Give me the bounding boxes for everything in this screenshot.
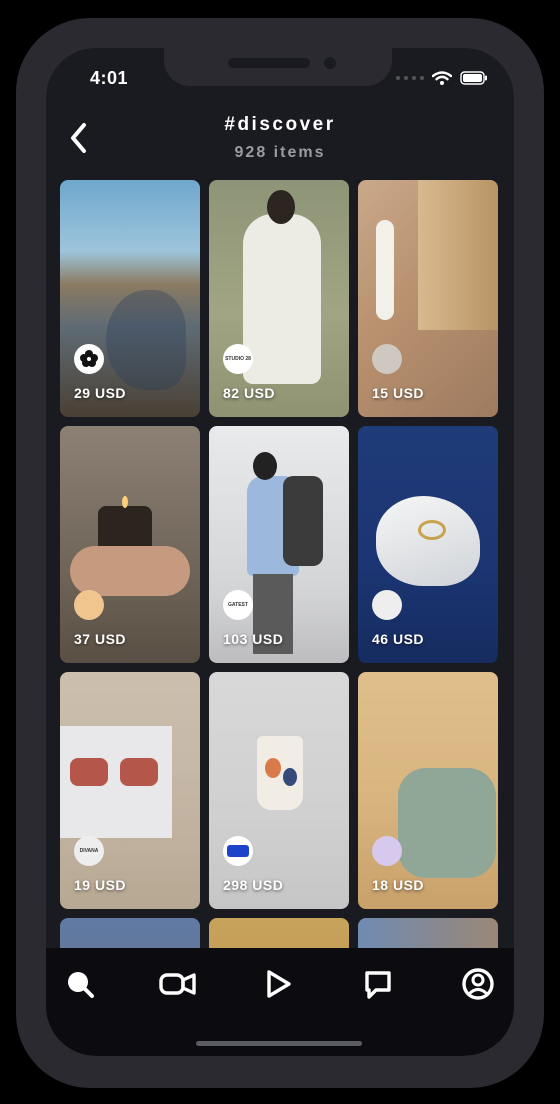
product-grid: 29 USD STUDIO 28 82 USD 15 USD 37 USD GA… — [60, 180, 498, 1056]
shop-logo — [74, 590, 104, 620]
product-photo — [106, 290, 186, 390]
product-tile[interactable]: 15 USD — [358, 180, 498, 417]
product-photo — [283, 476, 323, 566]
product-photo — [283, 768, 297, 786]
nav-messages[interactable] — [360, 966, 396, 1002]
wifi-icon — [432, 71, 452, 85]
product-photo — [122, 496, 128, 508]
product-price: 298 USD — [223, 877, 284, 893]
product-photo — [267, 190, 295, 224]
video-camera-icon — [159, 973, 196, 995]
page-title: #discover — [224, 114, 336, 135]
product-photo — [265, 758, 281, 778]
product-price: 18 USD — [372, 877, 425, 893]
profile-icon — [462, 968, 494, 1000]
nav-play[interactable] — [260, 966, 296, 1002]
shop-logo — [372, 590, 402, 620]
chat-icon — [365, 971, 391, 999]
product-tile[interactable]: 18 USD — [358, 672, 498, 909]
product-price: 37 USD — [74, 631, 127, 647]
shop-logo: GATEST — [223, 590, 253, 620]
product-photo — [243, 214, 321, 384]
product-price: 29 USD — [74, 385, 127, 401]
product-photo — [418, 180, 498, 330]
product-photo — [418, 520, 446, 540]
shop-logo — [372, 836, 402, 866]
notch — [164, 48, 392, 86]
app-screen: 4:01 #discover 928 items 29 USD STUDIO 2… — [46, 48, 514, 1056]
item-count: 928 items — [234, 144, 326, 161]
product-price: 19 USD — [74, 877, 127, 893]
product-tile[interactable]: 29 USD — [60, 180, 200, 417]
product-price: 15 USD — [372, 385, 425, 401]
bottom-nav — [46, 948, 514, 1056]
product-tile[interactable]: DIVANA 19 USD — [60, 672, 200, 909]
front-camera — [324, 57, 336, 69]
search-icon — [68, 972, 94, 998]
product-tile[interactable]: 46 USD — [358, 426, 498, 663]
shop-logo — [74, 344, 104, 374]
nav-video[interactable] — [158, 966, 198, 1002]
product-photo — [70, 758, 108, 786]
shop-logo — [223, 836, 253, 866]
nav-search[interactable] — [62, 966, 98, 1002]
status-icons — [396, 71, 488, 85]
speaker-grille — [228, 58, 310, 68]
product-tile[interactable]: STUDIO 28 82 USD — [209, 180, 349, 417]
product-photo — [70, 546, 190, 596]
product-photo — [398, 768, 496, 878]
nav-profile[interactable] — [460, 966, 496, 1002]
product-photo — [120, 758, 158, 786]
signal-dots-icon — [396, 76, 424, 80]
product-price: 46 USD — [372, 631, 425, 647]
product-tile[interactable]: GATEST 103 USD — [209, 426, 349, 663]
product-tile[interactable]: 298 USD — [209, 672, 349, 909]
product-price: 103 USD — [223, 631, 284, 647]
shop-logo: DIVANA — [74, 836, 104, 866]
product-photo — [376, 496, 480, 586]
home-indicator — [196, 1041, 362, 1046]
product-price: 82 USD — [223, 385, 276, 401]
product-photo — [376, 220, 394, 320]
product-photo — [253, 452, 277, 480]
play-icon — [267, 970, 291, 998]
shop-logo: STUDIO 28 — [223, 344, 253, 374]
product-tile[interactable]: 37 USD — [60, 426, 200, 663]
battery-icon — [460, 71, 487, 85]
status-time: 4:01 — [90, 68, 129, 88]
shop-logo — [372, 344, 402, 374]
